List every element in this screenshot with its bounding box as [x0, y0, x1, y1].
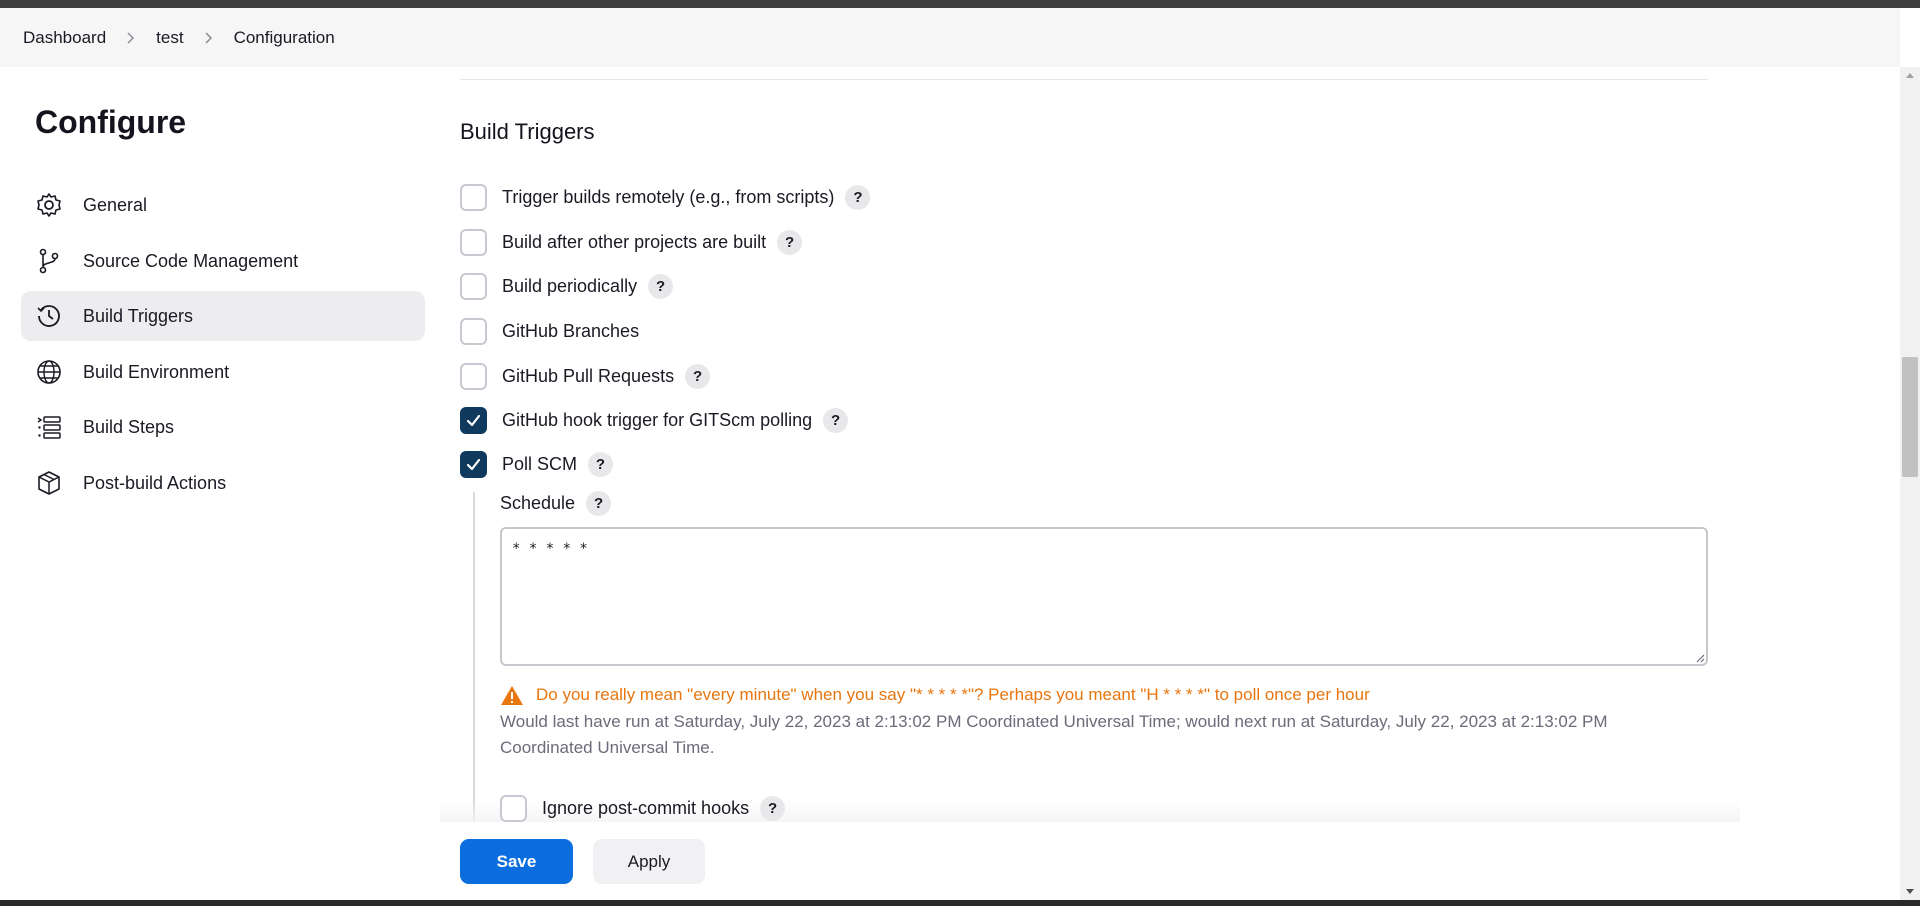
help-icon[interactable]: ? [777, 230, 803, 255]
breadcrumb-test[interactable]: test [156, 28, 183, 48]
sidebar-item-label: General [83, 194, 148, 215]
trigger-label: Build after other projects are built [502, 232, 767, 252]
breadcrumb: Dashboard test Configuration [0, 8, 1900, 67]
schedule-label-row: Schedule ? [500, 491, 612, 516]
browser-top-strip [0, 0, 1920, 8]
warning-icon [500, 684, 524, 706]
trigger-remote-checkbox[interactable] [460, 184, 487, 211]
trigger-github-hook-checkbox[interactable] [460, 407, 487, 434]
trigger-label: Poll SCM [502, 454, 578, 474]
trigger-github-branches-row: GitHub Branches [460, 318, 639, 345]
trigger-periodically-row: Build periodically ? [460, 273, 674, 300]
nested-section-line [473, 492, 475, 822]
page-scrollbar[interactable] [1900, 67, 1920, 900]
schedule-textarea[interactable]: * * * * * [500, 527, 1708, 666]
clock-icon [35, 302, 63, 330]
ignore-hooks-label: Ignore post-commit hooks [542, 798, 750, 818]
checkmark-icon [466, 414, 481, 427]
section-divider [460, 79, 1708, 80]
help-icon[interactable]: ? [588, 452, 614, 477]
chevron-right-icon [124, 31, 138, 45]
actions-bar [0, 822, 1900, 900]
trigger-label: Trigger builds remotely (e.g., from scri… [502, 187, 835, 207]
schedule-warning: Do you really mean "every minute" when y… [500, 684, 1370, 706]
trigger-github-pr-row: GitHub Pull Requests ? [460, 363, 711, 390]
scroll-down-arrow-icon[interactable] [1906, 889, 1914, 894]
help-icon[interactable]: ? [845, 185, 871, 210]
sidebar-item-label: Build Environment [83, 361, 230, 382]
browser-bottom-strip [0, 900, 1920, 906]
apply-button[interactable]: Apply [593, 839, 705, 884]
trigger-periodically-checkbox[interactable] [460, 273, 487, 300]
trigger-after-other-row: Build after other projects are built ? [460, 229, 803, 256]
help-icon[interactable]: ? [760, 796, 786, 821]
checkmark-icon [466, 458, 481, 471]
gear-icon [35, 191, 63, 219]
sidebar-item-label: Build Steps [83, 416, 175, 437]
list-icon [35, 413, 63, 441]
scroll-up-arrow-icon[interactable] [1906, 73, 1914, 78]
sidebar-item-build-triggers[interactable]: Build Triggers [21, 291, 425, 341]
trigger-poll-scm-checkbox[interactable] [460, 451, 487, 478]
ignore-hooks-checkbox[interactable] [500, 795, 527, 822]
sidebar-item-build-environment[interactable]: Build Environment [21, 347, 425, 397]
trigger-github-hook-row: GitHub hook trigger for GITScm polling ? [460, 407, 849, 434]
breadcrumb-configuration[interactable]: Configuration [234, 28, 335, 48]
breadcrumb-dashboard[interactable]: Dashboard [23, 28, 106, 48]
help-icon[interactable]: ? [685, 364, 711, 389]
schedule-label: Schedule [500, 493, 576, 513]
sidebar-title: Configure [35, 104, 187, 140]
trigger-label: GitHub Branches [502, 321, 640, 341]
sidebar-item-build-steps[interactable]: Build Steps [21, 402, 425, 452]
trigger-poll-scm-row: Poll SCM ? [460, 451, 614, 478]
trigger-remote-row: Trigger builds remotely (e.g., from scri… [460, 184, 871, 211]
trigger-after-other-checkbox[interactable] [460, 229, 487, 256]
sidebar-item-label: Post-build Actions [83, 472, 227, 493]
help-icon[interactable]: ? [586, 491, 612, 516]
sidebar-item-source-code-management[interactable]: Source Code Management [21, 236, 425, 286]
trigger-label: GitHub Pull Requests [502, 366, 675, 386]
chevron-right-icon [202, 31, 216, 45]
help-icon[interactable]: ? [823, 408, 849, 433]
ignore-hooks-row: Ignore post-commit hooks ? [500, 795, 786, 822]
sidebar-item-label: Build Triggers [83, 305, 194, 326]
trigger-label: Build periodically [502, 276, 638, 296]
trigger-github-pr-checkbox[interactable] [460, 363, 487, 390]
warning-text: Do you really mean "every minute" when y… [536, 685, 1370, 704]
scroll-thumb[interactable] [1902, 357, 1918, 477]
trigger-github-branches-checkbox[interactable] [460, 318, 487, 345]
sidebar-item-general[interactable]: General [21, 180, 425, 230]
save-button[interactable]: Save [460, 839, 573, 884]
trigger-label: GitHub hook trigger for GITScm polling [502, 410, 813, 430]
globe-icon [35, 358, 63, 386]
section-title: Build Triggers [460, 119, 595, 144]
package-icon [35, 469, 63, 497]
resize-handle-icon[interactable] [1695, 653, 1705, 663]
sidebar-item-post-build-actions[interactable]: Post-build Actions [21, 458, 425, 508]
help-icon[interactable]: ? [648, 274, 674, 299]
sidebar-item-label: Source Code Management [83, 250, 299, 271]
branch-icon [35, 247, 63, 275]
schedule-info-text: Would last have run at Saturday, July 22… [500, 712, 1608, 757]
